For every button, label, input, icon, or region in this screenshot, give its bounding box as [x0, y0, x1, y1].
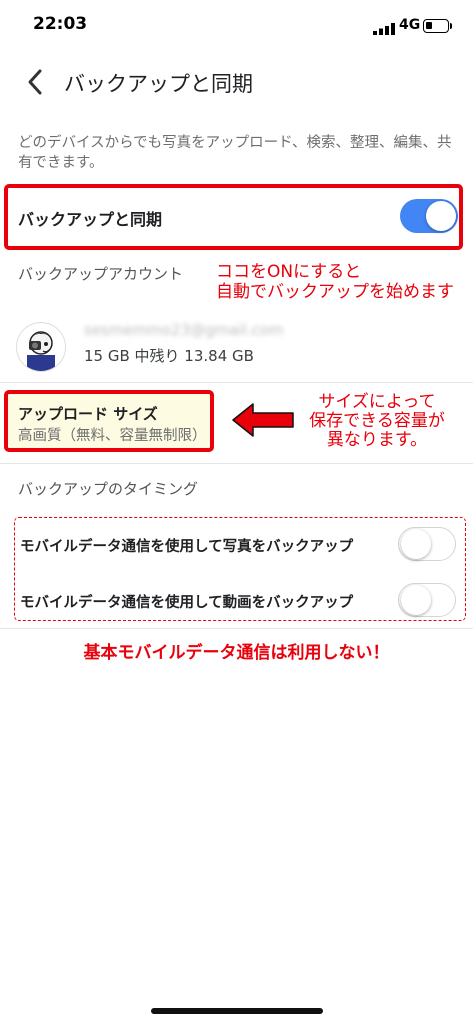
- divider: [0, 628, 473, 629]
- sync-annotation: ココをONにすると 自動でバックアップを始めます: [216, 262, 466, 302]
- size-annotation-line-3: 異なります。: [326, 430, 428, 450]
- sync-annotation-line-1: ココをONにすると: [216, 262, 362, 282]
- timing-section-title: バックアップのタイミング: [18, 480, 199, 498]
- red-arrow-icon: [232, 403, 294, 437]
- mobile-data-annotation: 基本モバイルデータ通信は利用しない！: [83, 643, 390, 663]
- storage-usage: 15 GB 中残り 13.84 GB: [84, 347, 254, 365]
- mobile-photos-toggle[interactable]: [398, 527, 456, 561]
- size-annotation-line-2: 保存できる容量が: [309, 411, 445, 431]
- divider: [0, 463, 473, 464]
- home-indicator[interactable]: [151, 1008, 323, 1014]
- battery-tip: [450, 23, 452, 29]
- page-title: バックアップと同期: [64, 72, 253, 96]
- account-email: sesmemmo23@gmail.com: [84, 321, 284, 339]
- toggle-knob: [401, 529, 431, 559]
- mobile-photos-label: モバイルデータ通信を使用して写真をバックアップ: [20, 539, 354, 555]
- toggle-knob: [426, 201, 456, 231]
- upload-size-title: アップロード サイズ: [18, 405, 158, 423]
- battery-icon: [423, 19, 449, 33]
- sync-toggle[interactable]: [400, 199, 458, 233]
- sync-annotation-line-2: 自動でバックアップを始めます: [216, 282, 454, 302]
- description-text: どのデバイスからでも写真をアップロード、検索、整理、編集、共有できます。: [18, 135, 452, 171]
- status-time: 22:03: [33, 14, 88, 34]
- account-section-title: バックアップアカウント: [18, 265, 184, 283]
- back-arrow-icon[interactable]: [22, 67, 52, 97]
- divider: [0, 382, 473, 383]
- upload-size-value: 高画質（無料、容量無制限）: [18, 428, 207, 444]
- mobile-videos-toggle[interactable]: [398, 583, 456, 617]
- avatar-icon: [16, 322, 66, 372]
- sync-label: バックアップと同期: [18, 210, 163, 229]
- signal-icon: [373, 23, 395, 35]
- size-annotation-line-1: サイズによって: [318, 392, 436, 412]
- mobile-videos-label: モバイルデータ通信を使用して動画をバックアップ: [20, 595, 354, 611]
- toggle-knob: [401, 585, 431, 615]
- network-type: 4G: [399, 17, 421, 33]
- size-annotation: サイズによって 保存できる容量が 異なります。: [297, 393, 457, 450]
